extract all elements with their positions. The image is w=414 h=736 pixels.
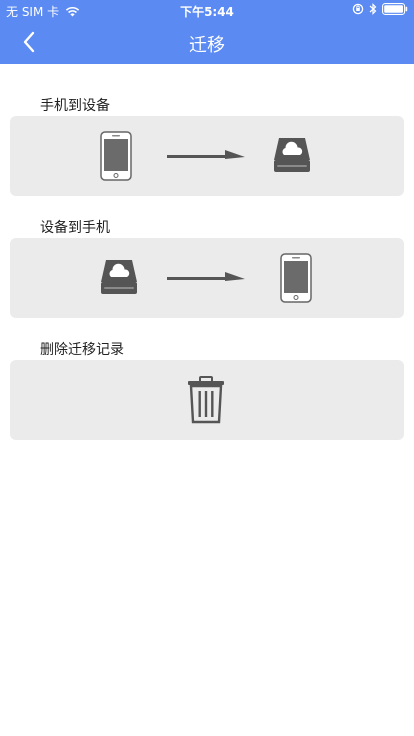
section-label-delete-records: 删除迁移记录 bbox=[40, 342, 124, 358]
status-right bbox=[352, 3, 408, 15]
arrow-right-icon bbox=[167, 272, 245, 281]
arrow-right-icon bbox=[167, 150, 245, 159]
phone-to-device-card[interactable] bbox=[10, 116, 404, 196]
section-label-phone-to-device: 手机到设备 bbox=[40, 98, 110, 114]
status-bar: 无 SIM 卡 下午5:44 bbox=[0, 0, 414, 20]
cloud-drive-icon bbox=[101, 260, 137, 294]
bluetooth-icon bbox=[369, 3, 377, 15]
page-title: 迁移 bbox=[189, 35, 225, 56]
cloud-drive-icon bbox=[274, 138, 310, 172]
phone-icon bbox=[280, 253, 312, 303]
rotation-lock-icon bbox=[352, 3, 364, 15]
delete-records-card[interactable] bbox=[10, 360, 404, 440]
battery-icon bbox=[382, 3, 408, 15]
app-header: 无 SIM 卡 下午5:44 迁移 bbox=[0, 0, 414, 64]
section-label-device-to-phone: 设备到手机 bbox=[40, 220, 110, 236]
trash-icon bbox=[188, 376, 224, 424]
phone-icon bbox=[100, 131, 132, 181]
device-to-phone-card[interactable] bbox=[10, 238, 404, 318]
